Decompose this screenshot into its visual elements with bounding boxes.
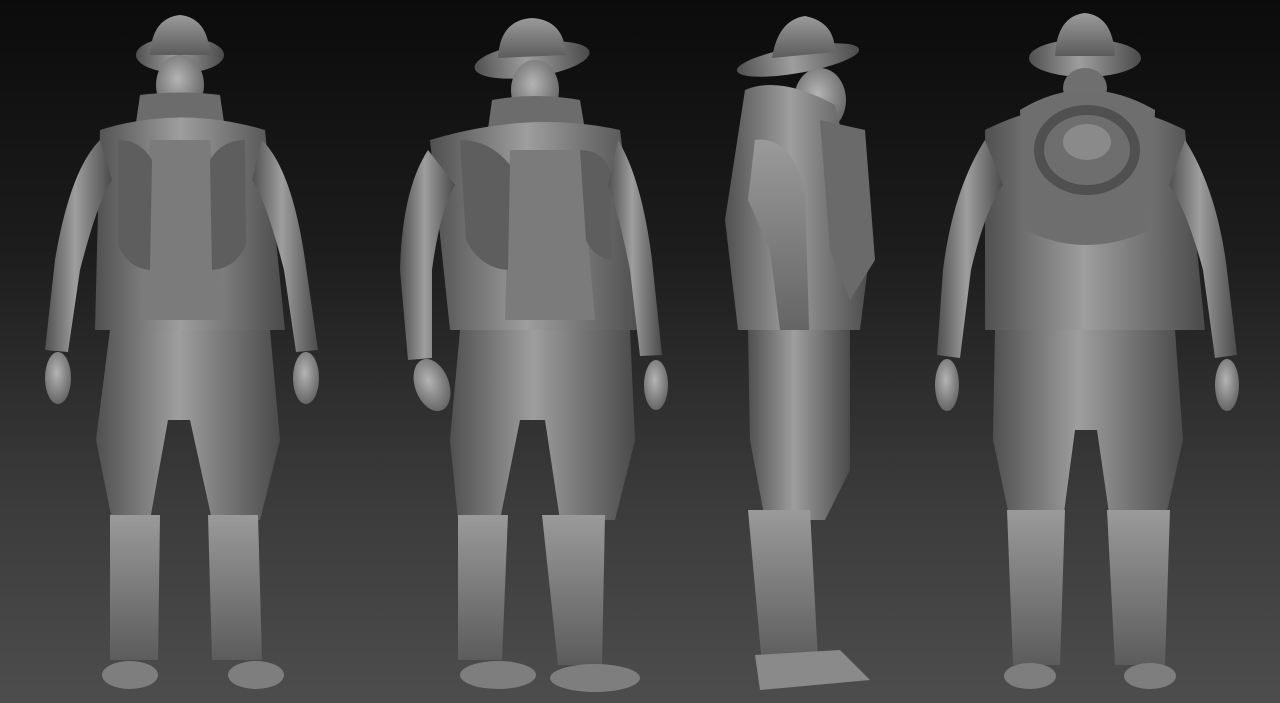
three-quarter-view-figure [380,0,700,703]
sculpt-turnaround-canvas [0,0,1280,703]
front-view-figure [0,0,320,703]
back-view-figure [925,0,1255,703]
side-view-figure [700,0,920,703]
